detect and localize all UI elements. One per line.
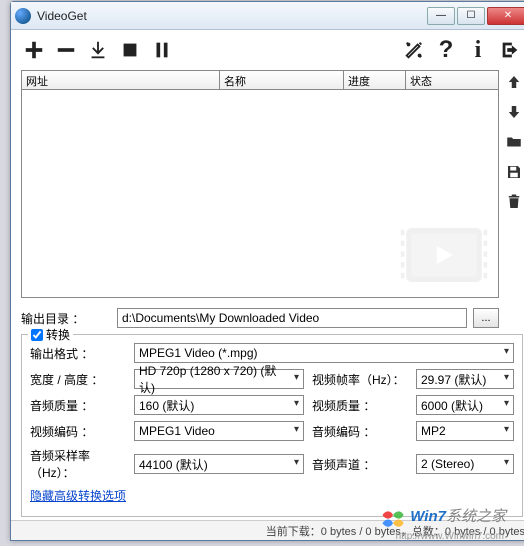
stop-button[interactable] xyxy=(117,35,143,65)
convert-checkbox[interactable] xyxy=(31,329,43,341)
channels-label: 音频声道 ： xyxy=(312,456,408,473)
grid-body[interactable] xyxy=(21,90,499,298)
film-watermark-icon xyxy=(396,219,492,291)
remove-button[interactable] xyxy=(53,35,79,65)
maximize-button[interactable]: ☐ xyxy=(457,7,485,25)
grid-header: 网址 名称 进度 状态 xyxy=(21,70,499,90)
save-button[interactable] xyxy=(503,162,524,182)
window-title: VideoGet xyxy=(37,9,427,23)
sample-rate-label: 音频采样率（Hz）： xyxy=(30,447,126,481)
help-button[interactable]: ? xyxy=(433,35,459,65)
channels-select[interactable]: 2 (Stereo) xyxy=(416,454,514,474)
add-button[interactable] xyxy=(21,35,47,65)
open-folder-button[interactable] xyxy=(503,132,524,152)
video-quality-select[interactable]: 6000 (默认) xyxy=(416,395,514,415)
video-codec-select[interactable]: MPEG1 Video xyxy=(134,421,304,441)
window-controls: — ☐ ✕ xyxy=(427,7,524,25)
fps-select[interactable]: 29.97 (默认) xyxy=(416,369,514,389)
output-dir-row: 输出目录 ： ... xyxy=(21,308,499,328)
move-down-button[interactable] xyxy=(503,102,524,122)
move-up-button[interactable] xyxy=(503,72,524,92)
download-button[interactable] xyxy=(85,35,111,65)
side-toolbar xyxy=(503,70,524,212)
delete-button[interactable] xyxy=(503,192,524,212)
col-progress[interactable]: 进度 xyxy=(344,71,406,89)
audio-quality-select[interactable]: 160 (默认) xyxy=(134,395,304,415)
format-select[interactable]: MPEG1 Video (*.mpg) xyxy=(134,343,514,363)
toggle-advanced-link[interactable]: 隐藏高级转换选项 xyxy=(30,487,126,504)
output-dir-input[interactable] xyxy=(117,308,467,328)
audio-codec-select[interactable]: MP2 xyxy=(416,421,514,441)
size-select[interactable]: HD 720p (1280 x 720) (默认) xyxy=(134,369,304,389)
info-button[interactable]: i xyxy=(465,35,491,65)
col-name[interactable]: 名称 xyxy=(220,71,344,89)
format-label: 输出格式 ： xyxy=(30,345,126,362)
browse-button[interactable]: ... xyxy=(473,308,499,328)
audio-quality-label: 音频质量 ： xyxy=(30,397,126,414)
settings-button[interactable] xyxy=(401,35,427,65)
minimize-button[interactable]: — xyxy=(427,7,455,25)
main-toolbar: ? i xyxy=(11,30,524,70)
output-dir-label: 输出目录 ： xyxy=(21,310,111,327)
app-icon xyxy=(15,8,31,24)
convert-legend-text: 转换 xyxy=(46,326,70,343)
video-quality-label: 视频质量 ： xyxy=(312,397,408,414)
col-status[interactable]: 状态 xyxy=(406,71,498,89)
col-url[interactable]: 网址 xyxy=(22,71,220,89)
close-button[interactable]: ✕ xyxy=(487,7,524,25)
video-codec-label: 视频编码 ： xyxy=(30,423,126,440)
convert-legend: 转换 xyxy=(28,326,73,343)
titlebar[interactable]: VideoGet — ☐ ✕ xyxy=(11,2,524,30)
watermark-url: http://www.Winwin7.com xyxy=(396,531,504,542)
pause-button[interactable] xyxy=(149,35,175,65)
sample-rate-select[interactable]: 44100 (默认) xyxy=(134,454,304,474)
content-area: 网址 名称 进度 状态 xyxy=(11,70,524,298)
exit-button[interactable] xyxy=(497,35,523,65)
fps-label: 视频帧率（Hz）： xyxy=(312,371,408,388)
size-label: 宽度 / 高度 ： xyxy=(30,371,126,388)
audio-codec-label: 音频编码 ： xyxy=(312,423,408,440)
app-window: VideoGet — ☐ ✕ ? i 网址 名称 进度 状态 xyxy=(10,1,524,541)
convert-fieldset: 转换 输出格式 ： MPEG1 Video (*.mpg) 宽度 / 高度 ： … xyxy=(21,334,523,517)
